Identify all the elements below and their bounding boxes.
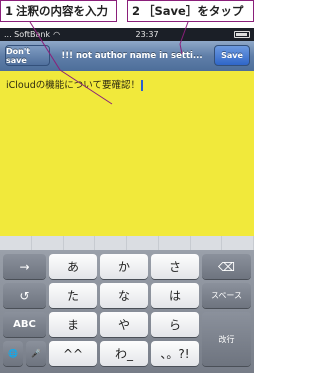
key-punctuation[interactable]: 、。?! xyxy=(151,341,199,366)
next-candidate-key[interactable]: → xyxy=(3,254,46,279)
save-button[interactable]: Save xyxy=(214,45,250,66)
key-emoticon[interactable]: ^^ xyxy=(49,341,97,366)
clock: 23:37 xyxy=(135,30,159,39)
abc-mode-key[interactable]: ABC xyxy=(3,312,46,337)
carrier-label: ... SoftBank xyxy=(4,30,51,39)
candidate-slot[interactable] xyxy=(191,236,223,250)
note-title: !!! not author name in setti... xyxy=(61,51,203,61)
key-ya[interactable]: や xyxy=(100,312,148,337)
return-key[interactable]: 改行 xyxy=(202,312,251,366)
key-ta[interactable]: た xyxy=(49,283,97,308)
status-bar: ... SoftBank ◠ 23:37 xyxy=(0,28,254,41)
candidate-slot[interactable] xyxy=(95,236,127,250)
candidate-slot[interactable] xyxy=(0,236,32,250)
key-ma[interactable]: ま xyxy=(49,312,97,337)
key-ra[interactable]: ら xyxy=(151,312,199,337)
callout-number: 1 xyxy=(5,4,14,18)
note-content: iCloudの機能について要確認！ xyxy=(6,80,140,91)
microphone-icon[interactable]: 🎤 xyxy=(26,341,46,366)
dont-save-button[interactable]: Don't save xyxy=(5,45,50,66)
text-caret xyxy=(141,80,143,91)
candidate-slot[interactable] xyxy=(222,236,254,250)
key-wa[interactable]: わ_ xyxy=(100,341,148,366)
wifi-icon: ◠ xyxy=(53,30,61,39)
key-sa[interactable]: さ xyxy=(151,254,199,279)
delete-key[interactable]: ⌫ xyxy=(202,254,251,279)
callout-text: 注釈の内容を入力 xyxy=(16,4,109,18)
key-a[interactable]: あ xyxy=(49,254,97,279)
undo-key[interactable]: ↺ xyxy=(3,283,46,308)
keyboard: → あ か さ ⌫ ↺ た な は スペース ABC ま や ら 改行 🌐 🎤 … xyxy=(0,250,254,373)
callout-number: 2 xyxy=(132,4,141,18)
key-ka[interactable]: か xyxy=(100,254,148,279)
note-text-field[interactable]: iCloudの機能について要確認！ xyxy=(6,77,143,91)
battery-icon xyxy=(233,31,250,38)
candidate-slot[interactable] xyxy=(32,236,64,250)
callout-text: ［Save］をタップ xyxy=(143,4,244,18)
key-na[interactable]: な xyxy=(100,283,148,308)
candidate-slot[interactable] xyxy=(64,236,96,250)
key-ha[interactable]: は xyxy=(151,283,199,308)
phone-screen: ... SoftBank ◠ 23:37 Don't save !!! not … xyxy=(0,28,254,373)
candidate-bar xyxy=(0,236,254,251)
globe-icon[interactable]: 🌐 xyxy=(3,341,23,366)
candidate-slot[interactable] xyxy=(159,236,191,250)
space-key[interactable]: スペース xyxy=(202,283,251,308)
callout-enter-note: 1 注釈の内容を入力 xyxy=(0,0,117,22)
callout-tap-save: 2 ［Save］をタップ xyxy=(127,0,254,22)
candidate-slot[interactable] xyxy=(127,236,159,250)
note-editor[interactable]: iCloudの機能について要確認！ xyxy=(0,71,254,236)
navigation-bar: Don't save !!! not author name in setti.… xyxy=(0,41,254,72)
